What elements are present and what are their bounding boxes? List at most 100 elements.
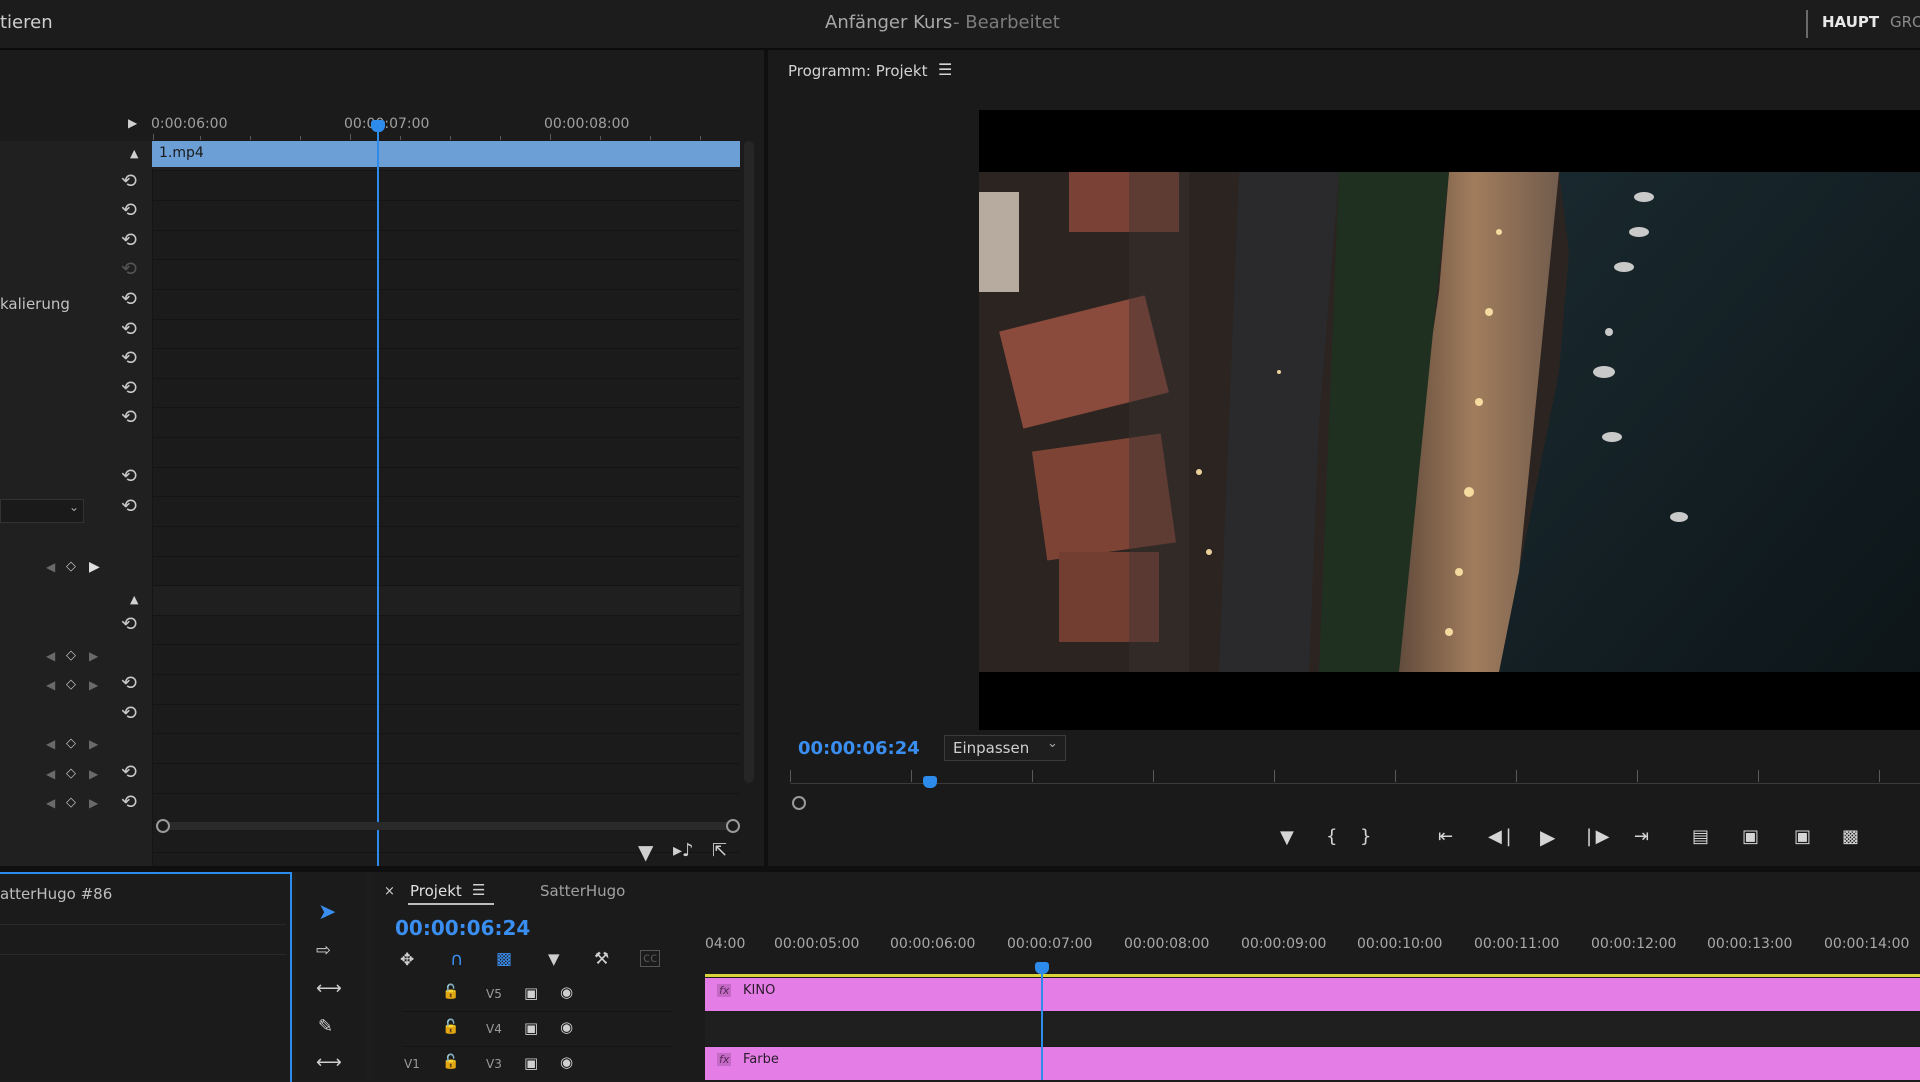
wrench-icon[interactable]: ⚒: [594, 949, 609, 969]
eye-icon[interactable]: ◉: [560, 983, 573, 1001]
eye-icon[interactable]: ◉: [560, 1053, 573, 1071]
work-area-bar[interactable]: [705, 974, 1920, 977]
fx-badge[interactable]: fx: [717, 1053, 732, 1066]
zoom-fit-dropdown[interactable]: Einpassen ⌄: [944, 735, 1066, 761]
mark-out-icon[interactable]: }: [1360, 826, 1371, 847]
extract-icon[interactable]: ▣: [1742, 826, 1759, 847]
ripple-edit-icon[interactable]: ⟷: [316, 978, 342, 999]
audio-play-icon[interactable]: ▸♪: [673, 840, 694, 861]
play-icon[interactable]: ▶: [1540, 825, 1555, 849]
fx-badge[interactable]: fx: [717, 984, 732, 997]
reset-icon[interactable]: ⟲: [121, 170, 137, 192]
effect-vertical-scrollbar[interactable]: [744, 141, 754, 783]
eye-icon[interactable]: ◉: [560, 1018, 573, 1036]
lift-icon[interactable]: ▤: [1692, 826, 1709, 847]
reset-icon[interactable]: ⟲: [121, 347, 137, 369]
lock-icon[interactable]: 🔓: [442, 1019, 459, 1035]
add-marker-icon[interactable]: ▼: [548, 950, 560, 968]
keyframe-add-icon[interactable]: ◇: [66, 766, 76, 781]
reset-icon[interactable]: ⟲: [121, 672, 137, 694]
slip-tool-icon[interactable]: ⟷: [316, 1052, 342, 1073]
camera-icon[interactable]: ▣: [1794, 826, 1811, 847]
scroll-handle-left[interactable]: [156, 819, 170, 833]
timeline-timecode[interactable]: 00:00:06:24: [395, 916, 530, 940]
sync-lock-icon[interactable]: ▣: [524, 1054, 538, 1072]
timeline-playhead[interactable]: [1041, 968, 1043, 1080]
panel-menu-icon[interactable]: ☰: [472, 881, 485, 899]
keyframe-next-icon[interactable]: ▶: [89, 678, 98, 692]
reset-icon[interactable]: ⟲: [121, 229, 137, 251]
go-to-out-icon[interactable]: ⇥: [1634, 826, 1649, 847]
sync-lock-icon[interactable]: ▣: [524, 984, 538, 1002]
program-timecode[interactable]: 00:00:06:24: [798, 738, 920, 759]
export-icon[interactable]: ⇱: [712, 840, 727, 861]
selection-tool-icon[interactable]: ➤: [318, 900, 336, 925]
keyframe-next-icon[interactable]: ▶: [89, 796, 98, 810]
program-monitor-title[interactable]: Programm: Projekt: [788, 62, 927, 80]
timeline-clip-farbe[interactable]: fx Farbe: [705, 1047, 1920, 1080]
reset-icon[interactable]: ⟲: [121, 613, 137, 635]
reset-icon[interactable]: ⟲: [121, 495, 137, 517]
track-select-icon[interactable]: ⇨: [316, 940, 331, 961]
keyframe-prev-icon[interactable]: ◀: [46, 560, 55, 574]
video-canvas[interactable]: [979, 110, 1920, 730]
reset-icon[interactable]: ⟲: [121, 702, 137, 724]
keyframe-next-icon[interactable]: ▶: [89, 559, 100, 575]
captions-icon[interactable]: cc: [640, 950, 661, 967]
insert-sequence-icon[interactable]: ✥: [400, 950, 414, 970]
keyframe-prev-icon[interactable]: ◀: [46, 649, 55, 663]
keyframe-next-icon[interactable]: ▶: [89, 737, 98, 751]
keyframe-prev-icon[interactable]: ◀: [46, 737, 55, 751]
program-playhead[interactable]: [923, 776, 937, 788]
play-triangle-icon[interactable]: ▶: [128, 116, 137, 130]
source-target-label[interactable]: V1: [404, 1057, 420, 1071]
empty-track-v4[interactable]: [705, 1012, 1920, 1046]
collapse-triangle-icon[interactable]: ▲: [130, 593, 138, 606]
panel-menu-icon[interactable]: ☰: [938, 60, 952, 79]
reset-icon[interactable]: ⟲: [121, 288, 137, 310]
reset-icon[interactable]: ⟲: [121, 761, 137, 783]
reset-icon[interactable]: ⟲: [121, 406, 137, 428]
keyframe-add-icon[interactable]: ◇: [66, 559, 76, 574]
reset-icon[interactable]: ⟲: [121, 199, 137, 221]
collapse-triangle-icon[interactable]: ▲: [130, 147, 138, 160]
keyframe-add-icon[interactable]: ◇: [66, 795, 76, 810]
effect-horizontal-scrollbar[interactable]: [160, 822, 734, 830]
filter-icon[interactable]: ▼: [638, 840, 653, 864]
program-scrubber-ruler[interactable]: [790, 770, 1920, 784]
timeline-clip-kino[interactable]: fx KINO: [705, 978, 1920, 1011]
snap-magnet-icon[interactable]: ∩: [450, 949, 463, 970]
reset-icon[interactable]: ⟲: [121, 465, 137, 487]
compare-view-icon[interactable]: ▩: [1842, 826, 1859, 847]
project-panel-title[interactable]: atterHugo #86: [0, 885, 112, 903]
close-tab-icon[interactable]: ×: [384, 884, 395, 899]
step-forward-icon[interactable]: | ▶: [1586, 826, 1610, 847]
timeline-playhead-handle[interactable]: [1035, 962, 1049, 974]
keyframe-prev-icon[interactable]: ◀: [46, 678, 55, 692]
workspace-tab-haupt[interactable]: HAUPT: [1822, 13, 1879, 31]
zoom-scroll-handle[interactable]: [792, 796, 806, 810]
tab-satterhugo[interactable]: SatterHugo: [540, 882, 625, 900]
workspace-tab-next[interactable]: GRO: [1890, 13, 1920, 31]
mark-in-icon[interactable]: {: [1326, 826, 1337, 847]
reset-icon[interactable]: ⟲: [121, 318, 137, 340]
effect-playhead[interactable]: [377, 126, 379, 866]
keyframe-prev-icon[interactable]: ◀: [46, 796, 55, 810]
timeline-ruler[interactable]: 04:00 00:00:05:00 00:00:06:00 00:00:07:0…: [705, 928, 1920, 978]
keyframe-next-icon[interactable]: ▶: [89, 649, 98, 663]
keyframe-prev-icon[interactable]: ◀: [46, 767, 55, 781]
keyframe-add-icon[interactable]: ◇: [66, 736, 76, 751]
go-to-in-icon[interactable]: ⇤: [1438, 826, 1453, 847]
reset-icon[interactable]: ⟲: [121, 377, 137, 399]
menu-item-partial[interactable]: tieren: [0, 12, 53, 33]
effect-clip-bar[interactable]: 1.mp4: [152, 141, 740, 167]
step-back-icon[interactable]: ◀ |: [1488, 826, 1512, 847]
keyframe-add-icon[interactable]: ◇: [66, 648, 76, 663]
sync-lock-icon[interactable]: ▣: [524, 1019, 538, 1037]
keyframe-next-icon[interactable]: ▶: [89, 767, 98, 781]
scroll-handle-right[interactable]: [726, 819, 740, 833]
lock-icon[interactable]: 🔓: [442, 1054, 459, 1070]
lock-icon[interactable]: 🔓: [442, 984, 459, 1000]
effect-playhead-handle[interactable]: [371, 120, 385, 132]
tab-projekt[interactable]: Projekt: [410, 882, 462, 900]
